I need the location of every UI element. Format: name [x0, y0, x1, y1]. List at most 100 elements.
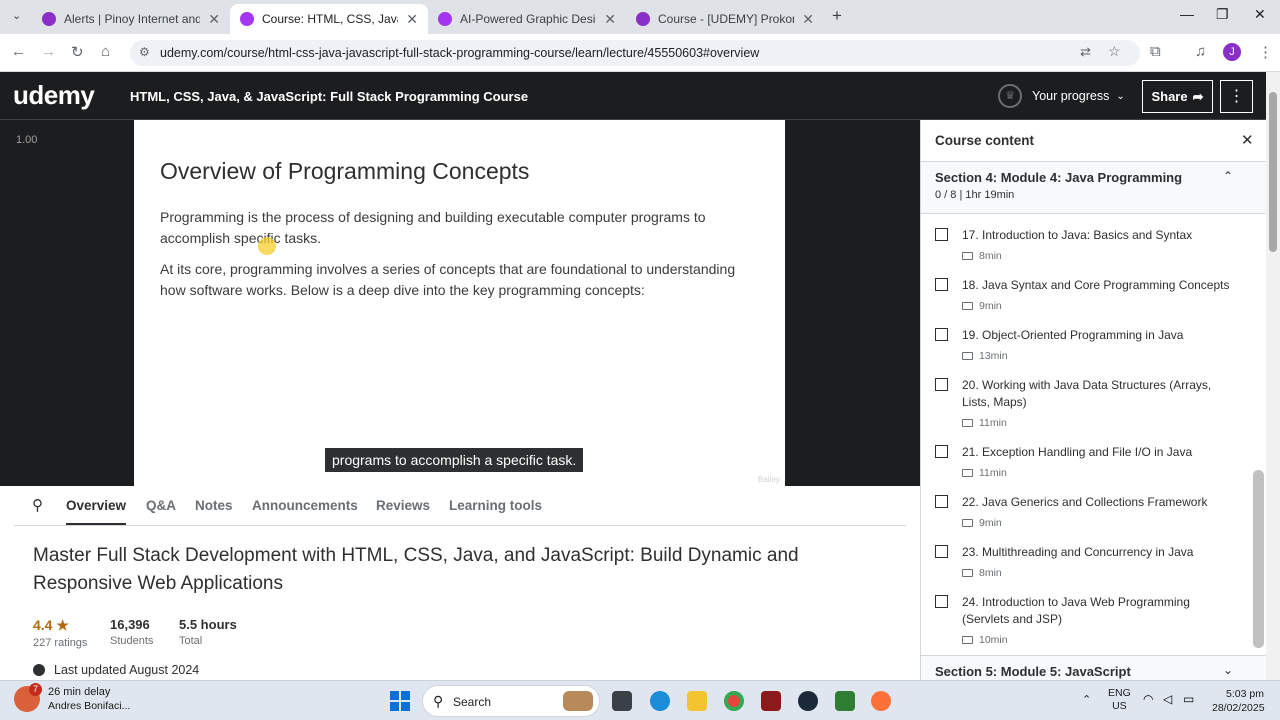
- tab-favicon-icon: [636, 12, 650, 26]
- section-header[interactable]: Section 5: Module 5: JavaScript ⌄: [921, 655, 1266, 680]
- chrome-icon[interactable]: [724, 691, 744, 711]
- address-bar[interactable]: ⚙ udemy.com/course/html-css-java-javascr…: [130, 40, 1140, 66]
- course-title[interactable]: HTML, CSS, Java, & JavaScript: Full Stac…: [130, 89, 528, 104]
- course-headline: Master Full Stack Development with HTML,…: [33, 545, 799, 594]
- search-highlight-icon: [563, 691, 593, 711]
- section-header[interactable]: Section 4: Module 4: Java Programming 0 …: [921, 162, 1266, 214]
- lecture-title: 22. Java Generics and Collections Framew…: [962, 495, 1208, 509]
- steam-icon[interactable]: [798, 691, 818, 711]
- home-icon[interactable]: ⌂: [101, 43, 110, 60]
- page-scrollbar[interactable]: [1266, 72, 1280, 680]
- app-icon[interactable]: [761, 691, 781, 711]
- windows-taskbar: 7 26 min delay Andres Bonifaci... ⚲ Sear…: [0, 680, 1280, 720]
- tab-reviews[interactable]: Reviews: [376, 498, 430, 513]
- video-caption: programs to accomplish a specific task.: [325, 448, 584, 472]
- browser-menu-icon[interactable]: ⋮: [1258, 43, 1273, 61]
- chevron-down-icon: ⌄: [1116, 90, 1125, 102]
- browser-tab-alerts[interactable]: Alerts | Pinoy Internet and Tech ✕: [32, 4, 230, 34]
- lecture-duration: 9min: [962, 517, 1002, 529]
- lecture-checkbox[interactable]: [935, 495, 948, 508]
- news-widget[interactable]: 7 26 min delay Andres Bonifaci...: [14, 683, 130, 712]
- close-tab-icon[interactable]: ✕: [208, 11, 220, 28]
- tab-announcements[interactable]: Announcements: [252, 498, 358, 513]
- lecture-checkbox[interactable]: [935, 278, 948, 291]
- translate-icon[interactable]: ⇄: [1080, 44, 1091, 60]
- tab-search-chevron-icon[interactable]: ⌄: [12, 9, 21, 22]
- close-window-icon[interactable]: ✕: [1254, 6, 1266, 23]
- battery-icon[interactable]: ▭: [1183, 692, 1194, 706]
- share-button[interactable]: Share ➦: [1142, 80, 1213, 113]
- close-tab-icon[interactable]: ✕: [406, 11, 418, 28]
- app-icon[interactable]: [835, 691, 855, 711]
- sidebar-scrollbar[interactable]: [1253, 470, 1264, 648]
- tab-title: Course - [UDEMY] Prokon Civil: [658, 12, 794, 26]
- lecture-title: 17. Introduction to Java: Basics and Syn…: [962, 228, 1193, 242]
- tray-chevron-up-icon[interactable]: ⌃: [1082, 693, 1091, 706]
- search-icon[interactable]: ⚲: [32, 496, 43, 514]
- browser-tab-prokon[interactable]: Course - [UDEMY] Prokon Civil ✕: [626, 4, 824, 34]
- course-header: udemy HTML, CSS, Java, & JavaScript: Ful…: [0, 72, 1280, 120]
- students-label: Students: [110, 635, 154, 647]
- extensions-icon[interactable]: ⧉: [1150, 43, 1161, 60]
- language-indicator[interactable]: ENG US: [1108, 687, 1131, 713]
- close-sidebar-icon[interactable]: ✕: [1241, 131, 1254, 149]
- students-stat: 16,396 Students: [110, 617, 153, 647]
- sidebar-title: Course content: [935, 133, 1035, 148]
- your-progress-button[interactable]: ♛ Your progress ⌄: [998, 84, 1125, 108]
- edge-icon[interactable]: [650, 691, 670, 711]
- more-options-button[interactable]: ⋮: [1220, 80, 1253, 113]
- close-tab-icon[interactable]: ✕: [802, 11, 814, 28]
- lecture-checkbox[interactable]: [935, 545, 948, 558]
- reload-icon[interactable]: ↻: [71, 43, 84, 61]
- lecture-checkbox[interactable]: [935, 595, 948, 608]
- video-player[interactable]: 1.00 Overview of Programming Concepts Pr…: [0, 120, 920, 486]
- profile-avatar[interactable]: J: [1223, 43, 1241, 61]
- tab-learning-tools[interactable]: Learning tools: [449, 498, 542, 513]
- browser-tab-course[interactable]: Course: HTML, CSS, Java, & JavaScript ✕: [230, 4, 428, 34]
- traffic-icon: 7: [14, 683, 42, 712]
- minimize-window-icon[interactable]: —: [1180, 6, 1194, 22]
- scrollbar-thumb[interactable]: [1269, 92, 1277, 252]
- browser-tab-strip: ⌄ Alerts | Pinoy Internet and Tech ✕ Cou…: [0, 0, 1280, 34]
- bookmark-star-icon[interactable]: ☆: [1108, 43, 1121, 60]
- task-view-icon[interactable]: [612, 691, 632, 711]
- site-info-icon[interactable]: ⚙: [139, 45, 150, 59]
- clock[interactable]: 5:03 pm 28/02/2025: [1212, 687, 1265, 715]
- browser-tab-ai-design[interactable]: AI-Powered Graphic Design: Master ✕: [428, 4, 626, 34]
- volume-icon[interactable]: ◁: [1163, 692, 1172, 706]
- alert-icon: [33, 664, 45, 676]
- tab-title: AI-Powered Graphic Design: Master: [460, 12, 596, 26]
- url-text: udemy.com/course/html-css-java-javascrip…: [160, 46, 760, 60]
- tab-qa[interactable]: Q&A: [146, 498, 176, 513]
- students-value: 16,396: [110, 617, 150, 632]
- file-explorer-icon[interactable]: [687, 691, 707, 711]
- maximize-window-icon[interactable]: ❐: [1216, 6, 1229, 23]
- lecture-checkbox[interactable]: [935, 228, 948, 241]
- tab-title: Alerts | Pinoy Internet and Tech: [64, 12, 201, 26]
- lecture-checkbox[interactable]: [935, 378, 948, 391]
- tab-notes[interactable]: Notes: [195, 498, 233, 513]
- clock-date: 28/02/2025: [1212, 702, 1265, 714]
- new-tab-button[interactable]: +: [832, 6, 842, 26]
- playback-speed[interactable]: 1.00: [16, 134, 37, 146]
- wifi-icon[interactable]: ◠: [1143, 692, 1153, 706]
- video-icon: [962, 252, 973, 260]
- browser-toolbar: ← → ↻ ⌂ ⚙ udemy.com/course/html-css-java…: [0, 34, 1280, 72]
- udemy-logo[interactable]: udemy: [13, 80, 95, 111]
- lecture-details: ⚲ Overview Q&A Notes Announcements Revie…: [0, 486, 920, 680]
- media-controls-icon[interactable]: ♫: [1195, 43, 1206, 60]
- tab-overview[interactable]: Overview: [66, 498, 127, 525]
- lecture-checkbox[interactable]: [935, 445, 948, 458]
- search-icon: ⚲: [433, 693, 444, 709]
- slide-paragraph: At its core, programming involves a seri…: [160, 261, 736, 298]
- start-button[interactable]: [390, 691, 410, 711]
- taskbar-search[interactable]: ⚲ Search: [422, 685, 600, 717]
- forward-arrow-icon[interactable]: →: [41, 43, 56, 60]
- video-icon: [962, 469, 973, 477]
- firefox-icon[interactable]: [871, 691, 891, 711]
- chevron-down-icon: ⌄: [1223, 663, 1234, 677]
- lecture-checkbox[interactable]: [935, 328, 948, 341]
- video-icon: [962, 352, 973, 360]
- back-arrow-icon[interactable]: ←: [11, 43, 26, 60]
- close-tab-icon[interactable]: ✕: [604, 11, 616, 28]
